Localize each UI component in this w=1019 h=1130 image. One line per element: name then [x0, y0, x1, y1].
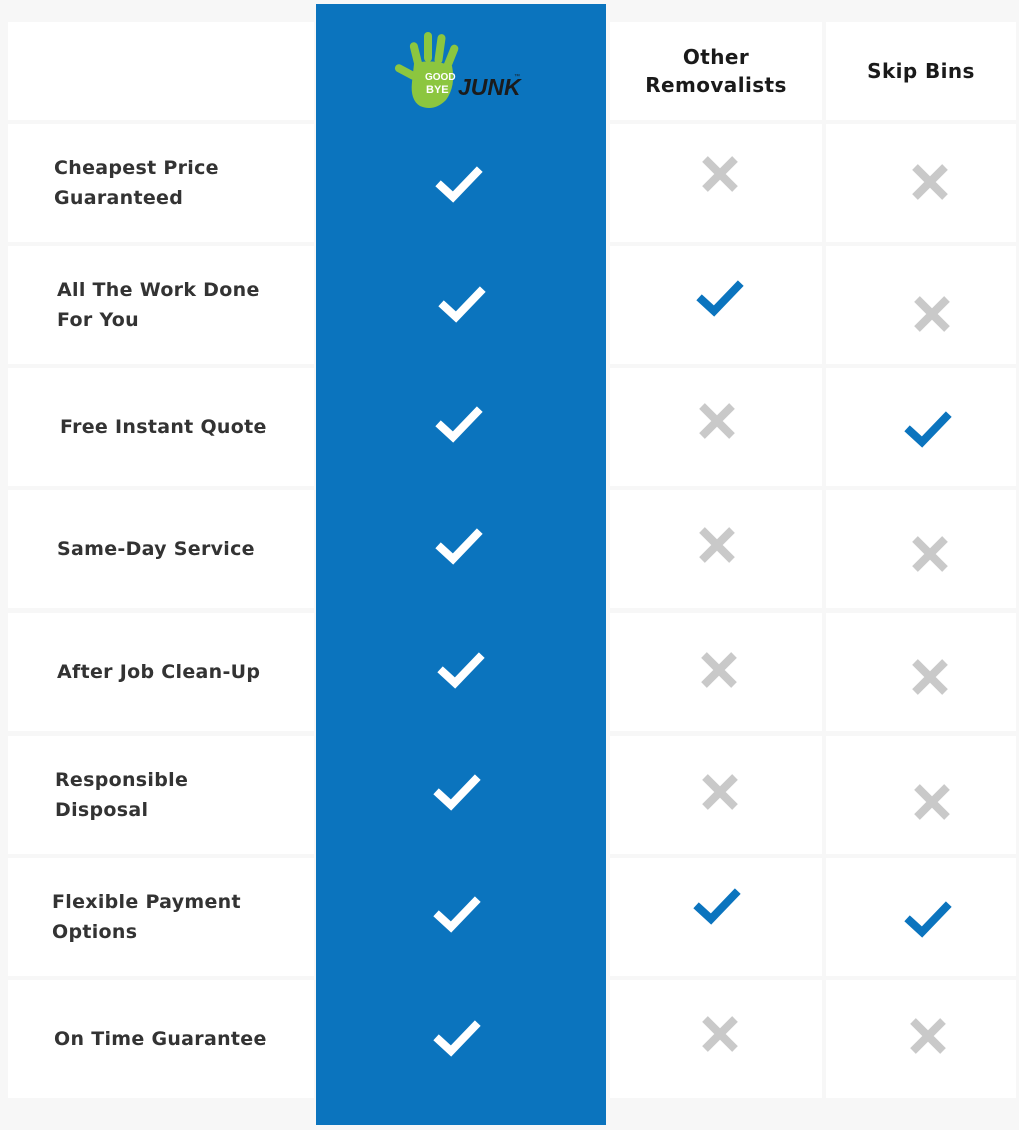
feature-cell: Cheapest Price Guaranteed	[8, 124, 314, 242]
feature-cell: After Job Clean-Up	[8, 613, 314, 731]
logo-tm: ™	[514, 73, 520, 80]
check-icon	[433, 1014, 481, 1062]
check-icon	[696, 274, 744, 322]
feature-cell: On Time Guarantee	[8, 980, 314, 1098]
cross-icon	[696, 1010, 744, 1058]
hand-logo-icon: GOOD BYE JUNK ™	[394, 32, 522, 108]
feature-cell: Flexible Payment Options	[8, 858, 314, 976]
feature-label: Flexible Payment Options	[52, 891, 241, 943]
check-icon	[437, 646, 485, 694]
cross-icon	[695, 646, 743, 694]
feature-label: Free Instant Quote	[60, 416, 267, 438]
check-icon	[433, 768, 481, 816]
cross-icon	[906, 158, 954, 206]
cross-icon	[906, 530, 954, 578]
feature-cell: Free Instant Quote	[8, 368, 314, 486]
logo-text-bye: BYE	[426, 84, 449, 96]
feature-label: Same-Day Service	[57, 538, 255, 560]
check-icon	[904, 405, 952, 453]
goodbye-junk-logo: GOOD BYE JUNK ™	[390, 30, 522, 112]
feature-label: All The Work Done For You	[57, 279, 260, 331]
check-icon	[433, 890, 481, 938]
cross-icon	[904, 1012, 952, 1060]
check-icon	[904, 895, 952, 943]
logo-text-junk: JUNK	[458, 74, 522, 100]
check-icon	[693, 882, 741, 930]
check-icon	[435, 400, 483, 448]
cross-icon	[908, 778, 956, 826]
cross-icon	[696, 150, 744, 198]
feature-cell: Responsible Disposal	[8, 736, 314, 854]
check-icon	[435, 160, 483, 208]
cross-icon	[696, 768, 744, 816]
feature-cell: All The Work Done For You	[8, 246, 314, 364]
header-skip-bins: Skip Bins	[826, 22, 1016, 120]
header-skip-bins-label: Skip Bins	[867, 59, 975, 83]
feature-label: On Time Guarantee	[54, 1028, 267, 1050]
check-icon	[438, 280, 486, 328]
feature-label: Cheapest Price Guaranteed	[54, 157, 219, 209]
feature-label: Responsible Disposal	[55, 769, 189, 821]
feature-label: After Job Clean-Up	[57, 661, 261, 683]
cross-icon	[906, 653, 954, 701]
header-other-removalists-label: Other Removalists	[645, 45, 787, 97]
header-other-removalists: Other Removalists	[610, 22, 822, 120]
cross-icon	[693, 397, 741, 445]
logo-text-good: GOOD	[425, 72, 456, 83]
cross-icon	[908, 290, 956, 338]
cross-icon	[693, 521, 741, 569]
feature-cell: Same-Day Service	[8, 490, 314, 608]
hand-shape	[394, 32, 459, 108]
check-icon	[435, 522, 483, 570]
header-empty-cell	[8, 22, 314, 120]
